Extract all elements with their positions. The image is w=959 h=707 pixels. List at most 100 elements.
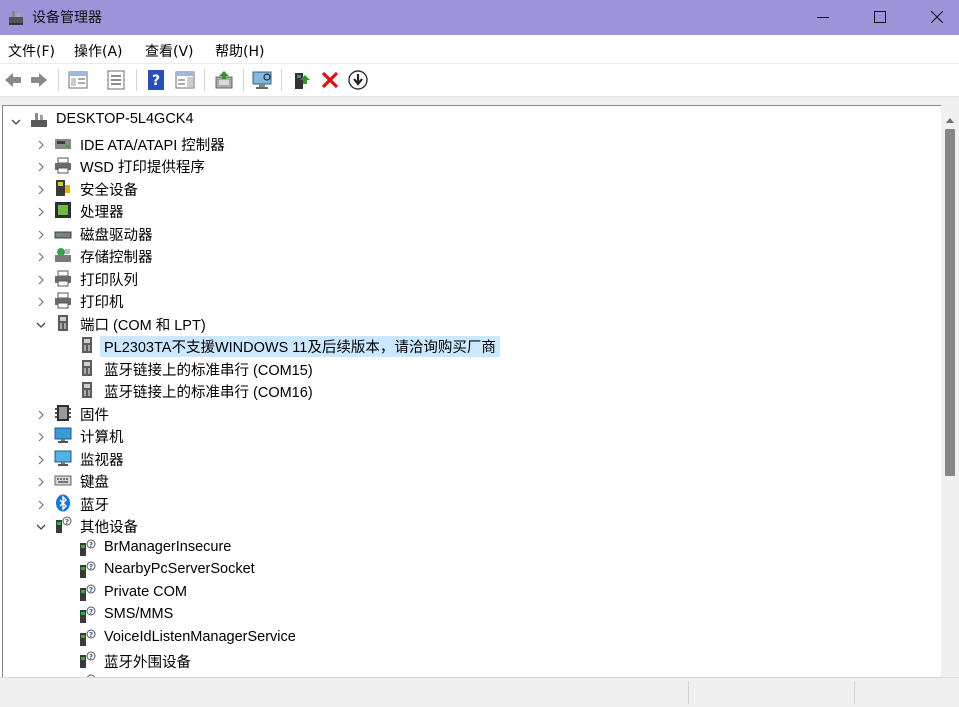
help-icon[interactable]: ? (145, 69, 167, 91)
tree-item-label: Private COM (104, 584, 187, 600)
expand-chevron-icon[interactable] (35, 136, 47, 150)
expand-chevron-icon[interactable] (35, 496, 47, 510)
scan-hardware-icon[interactable] (251, 69, 273, 91)
menu-bar: 文件(F) 操作(A) 查看(V) 帮助(H) (0, 35, 959, 64)
tree-item-other-devices[interactable]: ? 其他设备 (3, 514, 941, 536)
expand-chevron-icon[interactable] (35, 203, 47, 217)
port-icon (54, 314, 72, 332)
tree-item-firmware[interactable]: 固件 (3, 402, 941, 424)
svg-text:?: ? (89, 563, 93, 571)
ide-controller-icon (54, 134, 72, 152)
action-pane-icon[interactable] (174, 69, 196, 91)
tree-root[interactable]: DESKTOP-5L4GCK4 (3, 109, 941, 131)
tree-item-pl2303[interactable]: PL2303TA不支援WINDOWS 11及后续版本，请洽询购买厂商 (3, 334, 941, 357)
tree-item-bt-peripheral[interactable]: ? 蓝牙外围设备 (3, 649, 941, 671)
tree-item-nearby[interactable]: ? NearbyPcServerSocket (3, 559, 941, 581)
unknown-device-icon: ? (78, 561, 96, 579)
collapse-chevron-icon[interactable] (35, 518, 47, 530)
tree-item-security[interactable]: 安全设备 (3, 177, 941, 199)
collapse-chevron-icon[interactable] (10, 113, 22, 125)
tree-item-sms[interactable]: ? SMS/MMS (3, 604, 941, 626)
expand-chevron-icon[interactable] (35, 271, 47, 285)
properties-icon[interactable] (105, 69, 127, 91)
unknown-device-icon: ? (54, 516, 72, 534)
close-button[interactable] (914, 0, 959, 35)
menu-help[interactable]: 帮助(H) (215, 41, 264, 61)
menu-view[interactable]: 查看(V) (145, 41, 194, 61)
window-title: 设备管理器 (32, 10, 102, 26)
tree-item-processor[interactable]: 处理器 (3, 199, 941, 221)
expand-chevron-icon[interactable] (35, 158, 47, 172)
monitor-icon (54, 449, 72, 467)
tree-item-brmanager[interactable]: ? BrManagerInsecure (3, 537, 941, 559)
svg-text:?: ? (89, 608, 93, 616)
tree-item-label: 磁盘驱动器 (80, 228, 153, 244)
enable-device-icon[interactable] (290, 69, 312, 91)
tree-item-storage[interactable]: 存储控制器 (3, 244, 941, 266)
tree-item-label: 端口 (COM 和 LPT) (80, 318, 206, 334)
tree-item-voiceid[interactable]: ? VoiceIdListenManagerService (3, 627, 941, 649)
show-hide-console-tree-icon[interactable] (67, 69, 89, 91)
tree-item-print-queue[interactable]: 打印队列 (3, 267, 941, 289)
title-bar[interactable]: 设备管理器 (0, 0, 959, 35)
tree-item-ide[interactable]: IDE ATA/ATAPI 控制器 (3, 132, 941, 154)
storage-controller-icon (54, 246, 72, 264)
toolbar-separator (281, 69, 282, 91)
tree-item-ports[interactable]: 端口 (COM 和 LPT) (3, 312, 941, 334)
svg-text:?: ? (152, 73, 160, 89)
device-tree[interactable]: DESKTOP-5L4GCK4 IDE ATA/ATAPI 控制器 WSD 打印… (2, 105, 941, 678)
tree-item-com16[interactable]: 蓝牙链接上的标准串行 (COM16) (3, 379, 941, 401)
scrollbar-thumb[interactable] (945, 129, 955, 476)
expand-chevron-icon[interactable] (35, 406, 47, 420)
tree-item-label: 打印队列 (80, 273, 138, 289)
svg-text:?: ? (65, 518, 69, 526)
download-driver-icon[interactable] (347, 69, 369, 91)
status-bar (0, 677, 959, 707)
tree-item-computer[interactable]: 计算机 (3, 424, 941, 446)
scroll-up-arrow-icon[interactable] (945, 109, 955, 128)
expand-chevron-icon[interactable] (35, 451, 47, 465)
expand-chevron-icon[interactable] (35, 226, 47, 240)
update-driver-icon[interactable] (213, 69, 235, 91)
unknown-device-icon: ? (78, 651, 96, 669)
expand-chevron-icon[interactable] (35, 248, 47, 262)
tree-item-com15[interactable]: 蓝牙链接上的标准串行 (COM15) (3, 357, 941, 379)
expand-chevron-icon[interactable] (35, 181, 47, 195)
port-icon (78, 359, 96, 377)
uninstall-device-icon[interactable] (319, 69, 341, 91)
maximize-button[interactable] (857, 0, 903, 35)
tree-item-label: SMS/MMS (104, 606, 174, 622)
keyboard-icon (54, 471, 72, 489)
status-pane (854, 681, 959, 704)
expand-chevron-icon[interactable] (35, 293, 47, 307)
root-label: DESKTOP-5L4GCK4 (56, 111, 194, 127)
tree-item-monitor[interactable]: 监视器 (3, 447, 941, 469)
expand-chevron-icon[interactable] (35, 428, 47, 442)
tree-item-label: 计算机 (80, 430, 124, 446)
tree-item-wsd[interactable]: WSD 打印提供程序 (3, 154, 941, 176)
firmware-icon (54, 404, 72, 422)
expand-chevron-icon[interactable] (35, 473, 47, 487)
forward-arrow-icon[interactable] (28, 69, 50, 91)
disk-drive-icon (54, 224, 72, 242)
tree-item-bluetooth[interactable]: 蓝牙 (3, 492, 941, 514)
tree-item-label: 蓝牙链接上的标准串行 (COM15) (104, 363, 313, 379)
back-arrow-icon[interactable] (2, 69, 24, 91)
security-device-icon (54, 179, 72, 197)
computer-root-icon (30, 111, 48, 129)
tree-item-private-com[interactable]: ? Private COM (3, 582, 941, 604)
tree-item-label: 蓝牙 (80, 498, 109, 514)
menu-action[interactable]: 操作(A) (74, 41, 123, 61)
menu-file[interactable]: 文件(F) (8, 41, 55, 61)
device-manager-app-icon (7, 8, 25, 26)
toolbar-separator (204, 69, 205, 91)
collapse-chevron-icon[interactable] (35, 316, 47, 328)
tree-item-label: 其他设备 (80, 520, 138, 536)
computer-icon (54, 426, 72, 444)
minimize-button[interactable] (800, 0, 846, 35)
svg-text:?: ? (89, 586, 93, 594)
vertical-scrollbar[interactable] (941, 105, 959, 677)
tree-item-printer[interactable]: 打印机 (3, 289, 941, 311)
tree-item-keyboard[interactable]: 键盘 (3, 469, 941, 491)
tree-item-disk[interactable]: 磁盘驱动器 (3, 222, 941, 244)
